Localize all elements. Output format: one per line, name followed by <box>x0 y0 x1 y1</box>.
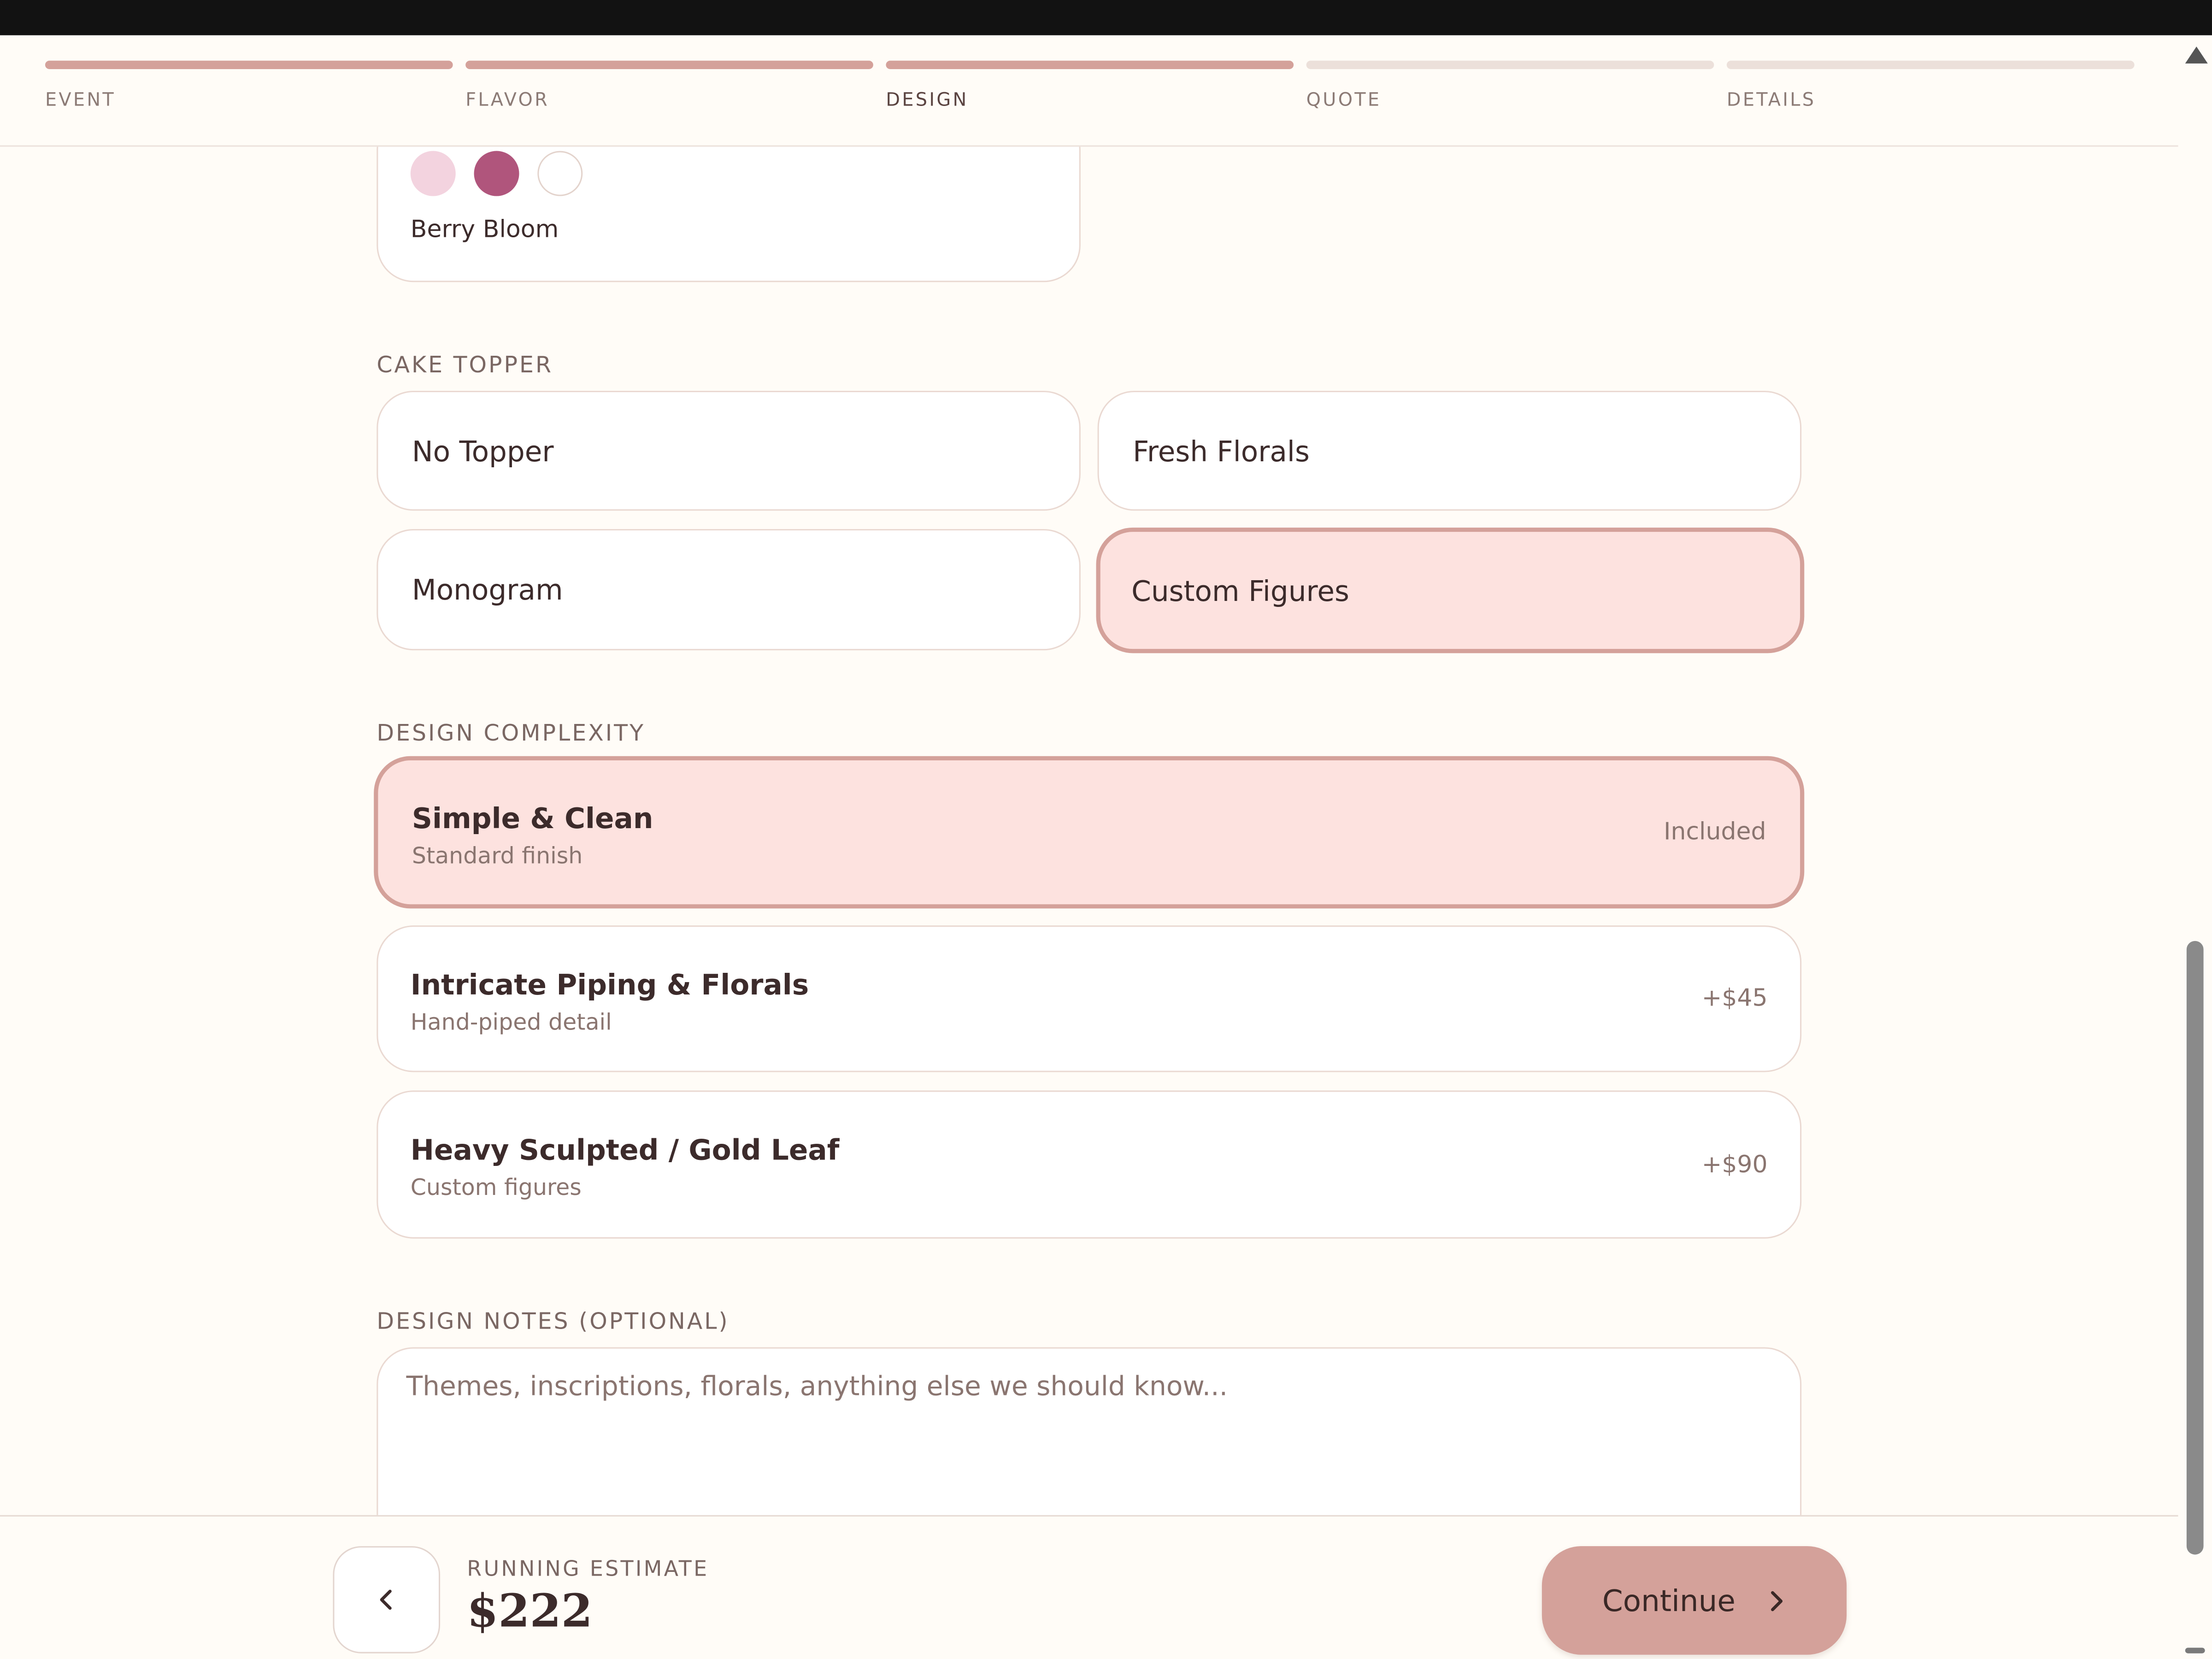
scroll-down-arrow-icon[interactable] <box>2185 1647 2205 1653</box>
continue-button-label: Continue <box>1602 1583 1735 1618</box>
complexity-option-subtitle: Hand-piped detail <box>410 1008 612 1035</box>
complexity-option-heavy-sculpted[interactable]: Heavy Sculpted / Gold Leaf Custom figure… <box>377 1090 1802 1239</box>
back-button[interactable] <box>333 1546 441 1653</box>
complexity-option-intricate[interactable]: Intricate Piping & Florals Hand-piped de… <box>377 925 1802 1072</box>
complexity-option-price: +$45 <box>1701 984 1768 1013</box>
chevron-right-icon <box>1771 1590 1783 1611</box>
step-label: EVENT <box>45 90 116 112</box>
step-progress-bar <box>465 60 873 69</box>
app-window: Berry Bloom CAKE TOPPER No Topper Fresh … <box>0 0 2212 1659</box>
cake-topper-heading: CAKE TOPPER <box>377 351 553 378</box>
palette-swatch <box>410 151 456 196</box>
topper-option-custom-figures[interactable]: Custom Figures <box>1096 527 1805 653</box>
step-progress-bar <box>45 60 453 69</box>
step-design[interactable]: DESIGN <box>886 60 1294 112</box>
step-label: DETAILS <box>1726 90 1816 112</box>
topper-option-label: Fresh Florals <box>1133 434 1310 468</box>
design-step-content: Berry Bloom CAKE TOPPER No Topper Fresh … <box>0 0 2178 1659</box>
chevron-left-icon <box>380 1589 392 1610</box>
step-flavor[interactable]: FLAVOR <box>465 60 873 112</box>
topper-option-label: Monogram <box>412 572 563 607</box>
step-details[interactable]: DETAILS <box>1726 60 2135 112</box>
estimate-footer: RUNNING ESTIMATE $222 Continue <box>0 1515 2178 1659</box>
topper-option-no-topper[interactable]: No Topper <box>377 390 1081 511</box>
complexity-option-simple[interactable]: Simple & Clean Standard finish Included <box>374 756 1805 909</box>
step-progress-bar <box>1306 60 1714 69</box>
complexity-option-title: Heavy Sculpted / Gold Leaf <box>410 1133 840 1167</box>
topper-option-fresh-florals[interactable]: Fresh Florals <box>1097 390 1802 511</box>
palette-swatch <box>474 151 519 196</box>
topper-option-label: Custom Figures <box>1131 573 1349 607</box>
step-progress-bar <box>886 60 1294 69</box>
complexity-option-subtitle: Custom figures <box>410 1173 582 1201</box>
running-estimate-label: RUNNING ESTIMATE <box>467 1556 709 1582</box>
topper-option-label: No Topper <box>412 434 554 468</box>
step-event[interactable]: EVENT <box>45 60 453 112</box>
step-quote[interactable]: QUOTE <box>1306 60 1714 112</box>
continue-button[interactable]: Continue <box>1541 1546 1847 1655</box>
complexity-option-title: Simple & Clean <box>412 801 653 835</box>
progress-steps: EVENT FLAVOR DESIGN QUOTE DETAILS <box>0 35 2178 147</box>
design-complexity-heading: DESIGN COMPLEXITY <box>377 719 645 747</box>
complexity-option-price: Included <box>1664 818 1766 847</box>
design-notes-heading: DESIGN NOTES (OPTIONAL) <box>377 1307 729 1335</box>
step-label: QUOTE <box>1306 90 1382 112</box>
scroll-up-arrow-icon[interactable] <box>2185 47 2208 64</box>
step-label: DESIGN <box>886 90 969 112</box>
step-label: FLAVOR <box>465 90 550 112</box>
topper-option-monogram[interactable]: Monogram <box>377 529 1081 651</box>
complexity-option-title: Intricate Piping & Florals <box>410 967 809 1002</box>
complexity-option-price: +$90 <box>1701 1150 1768 1179</box>
page-scrollbar[interactable] <box>2178 35 2212 1659</box>
step-progress-bar <box>1726 60 2135 69</box>
complexity-option-subtitle: Standard finish <box>412 842 583 869</box>
running-estimate-value: $222 <box>467 1584 593 1638</box>
palette-name: Berry Bloom <box>410 216 559 244</box>
scrollbar-thumb[interactable] <box>2186 941 2204 1555</box>
palette-swatch <box>537 151 583 196</box>
